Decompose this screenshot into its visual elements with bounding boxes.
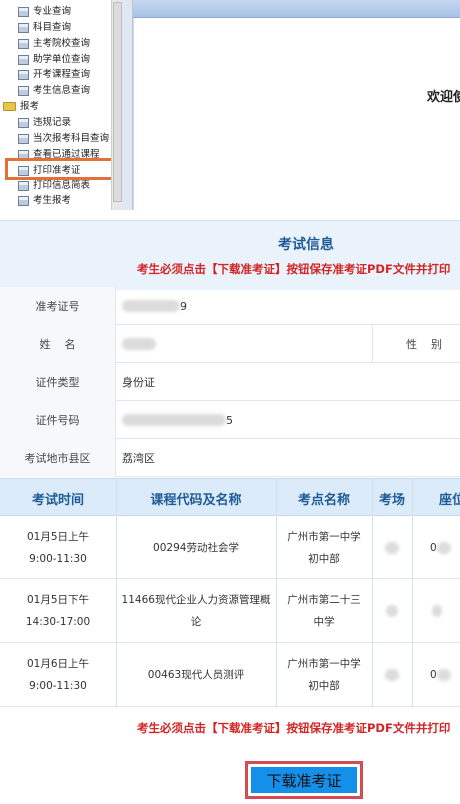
tree-item-current-subjects[interactable]: 当次报考科目查询 — [18, 131, 109, 146]
download-notice-bottom: 考生必须点击【下载准考证】按钮保存准考证PDF文件并打印 — [137, 721, 451, 735]
content-panel: 欢迎使 — [133, 0, 460, 210]
exam-info-screenshot: 考试信息 考生必须点击【下载准考证】按钮保存准考证PDF文件并打印 准考证号 9… — [0, 220, 460, 804]
document-icon — [18, 133, 29, 144]
table-row: 01月6日上午 9:00-11:30 00463现代人员测评 广州市第一中学 初… — [0, 643, 460, 707]
document-icon — [18, 69, 29, 80]
tree-item-school-query[interactable]: 主考院校查询 — [18, 36, 90, 51]
document-icon — [18, 38, 29, 49]
site-cell: 广州市第二十三 中学 — [287, 594, 361, 628]
name-row: 姓 名 性 别 — [0, 325, 460, 363]
course-cell: 00294劳动社会学 — [153, 541, 239, 554]
table-row: 01月5日上午 9:00-11:30 00294劳动社会学 广州市第一中学 初中… — [0, 516, 460, 579]
redacted-value — [122, 300, 180, 312]
scrollbar-thumb[interactable] — [113, 2, 122, 202]
redacted-value — [432, 605, 442, 617]
ticket-number-label: 准考证号 — [0, 287, 116, 325]
document-icon — [18, 85, 29, 96]
seat-cell: 0 — [412, 516, 460, 579]
redacted-value — [436, 669, 451, 681]
name-label: 姓 名 — [0, 325, 116, 363]
tree-item-student-info-query[interactable]: 考生信息查询 — [18, 83, 90, 98]
redacted-value — [436, 541, 451, 554]
room-cell — [372, 579, 412, 643]
document-icon — [18, 195, 29, 206]
redacted-value — [386, 605, 398, 617]
document-icon — [18, 117, 29, 128]
document-icon — [18, 22, 29, 33]
exam-table-header: 考试时间 课程代码及名称 考点名称 考场 座位 — [0, 478, 460, 516]
navigation-tree: 专业查询 科目查询 主考院校查询 助学单位查询 开考课程查询 考生信息查询 报考… — [0, 0, 115, 210]
course-cell: 11466现代企业人力资源管理概 论 — [121, 594, 271, 628]
tree-folder-registration[interactable]: 报考 — [3, 99, 39, 113]
redacted-value — [385, 541, 399, 554]
tree-item-major-query[interactable]: 专业查询 — [18, 4, 71, 19]
tree-item-print-info-sheet[interactable]: 打印信息简表 — [18, 178, 90, 193]
id-number-label: 证件号码 — [0, 401, 116, 439]
frame-divider[interactable] — [123, 0, 133, 210]
exam-time-cell: 01月5日上午 9:00-11:30 — [26, 530, 90, 565]
id-number-row: 证件号码 5 — [0, 401, 460, 439]
room-cell — [372, 643, 412, 707]
column-header-time: 考试时间 — [31, 492, 84, 508]
content-header-bar — [133, 0, 460, 18]
column-header-seat: 座位 — [439, 492, 460, 508]
content-frame — [133, 18, 460, 210]
column-header-site: 考点名称 — [297, 492, 350, 508]
district-value: 荔湾区 — [122, 452, 155, 465]
welcome-text: 欢迎使 — [427, 90, 460, 105]
download-admission-ticket-button[interactable]: 下载准考证 — [251, 767, 357, 793]
gender-label: 性 别 — [406, 338, 442, 351]
column-divider — [372, 325, 373, 363]
highlight-annotation-box — [5, 158, 115, 180]
ticket-number-row: 准考证号 9 — [0, 287, 460, 325]
name-value — [122, 325, 156, 363]
redacted-value — [122, 414, 226, 426]
id-number-value: 5 — [122, 401, 233, 439]
site-cell: 广州市第一中学 初中部 — [287, 658, 361, 692]
id-type-row: 证件类型 身份证 — [0, 363, 460, 401]
tree-scrollbar[interactable] — [111, 0, 123, 210]
course-cell: 00463现代人员测评 — [147, 669, 245, 681]
seat-cell: 0 — [412, 643, 460, 707]
tree-item-subject-query[interactable]: 科目查询 — [18, 20, 71, 35]
redacted-value — [385, 669, 399, 681]
exam-time-cell: 01月6日上午 9:00-11:30 — [26, 658, 90, 692]
tree-item-course-query[interactable]: 开考课程查询 — [18, 67, 90, 82]
id-type-label: 证件类型 — [0, 363, 116, 401]
tree-item-assist-unit-query[interactable]: 助学单位查询 — [18, 52, 90, 67]
column-header-room: 考场 — [378, 492, 405, 508]
district-row: 考试地市县区 荔湾区 — [0, 439, 460, 477]
download-button-highlight: 下载准考证 — [245, 761, 363, 799]
tree-item-violation-records[interactable]: 违规记录 — [18, 115, 71, 130]
exam-info-heading: 考试信息 — [278, 237, 334, 253]
seat-cell — [412, 579, 460, 643]
district-label: 考试地市县区 — [0, 439, 116, 477]
column-header-course: 课程代码及名称 — [150, 492, 242, 508]
portal-screenshot: 专业查询 科目查询 主考院校查询 助学单位查询 开考课程查询 考生信息查询 报考… — [0, 0, 460, 210]
redacted-value — [122, 338, 156, 350]
ticket-number-value: 9 — [122, 287, 187, 325]
room-cell — [372, 516, 412, 579]
id-type-value: 身份证 — [122, 376, 155, 389]
folder-icon — [3, 101, 16, 111]
exam-time-cell: 01月5日下午 14:30-17:00 — [25, 594, 91, 628]
tree-item-student-registration[interactable]: 考生报考 — [18, 193, 71, 208]
document-icon — [18, 6, 29, 17]
document-icon — [18, 180, 29, 191]
exam-info-title-bar: 考试信息 考生必须点击【下载准考证】按钮保存准考证PDF文件并打印 — [0, 220, 460, 290]
document-icon — [18, 54, 29, 65]
download-notice-text: 考生必须点击【下载准考证】按钮保存准考证PDF文件并打印 — [137, 262, 451, 276]
table-row: 01月5日下午 14:30-17:00 11466现代企业人力资源管理概 论 广… — [0, 579, 460, 643]
site-cell: 广州市第一中学 初中部 — [287, 530, 361, 565]
